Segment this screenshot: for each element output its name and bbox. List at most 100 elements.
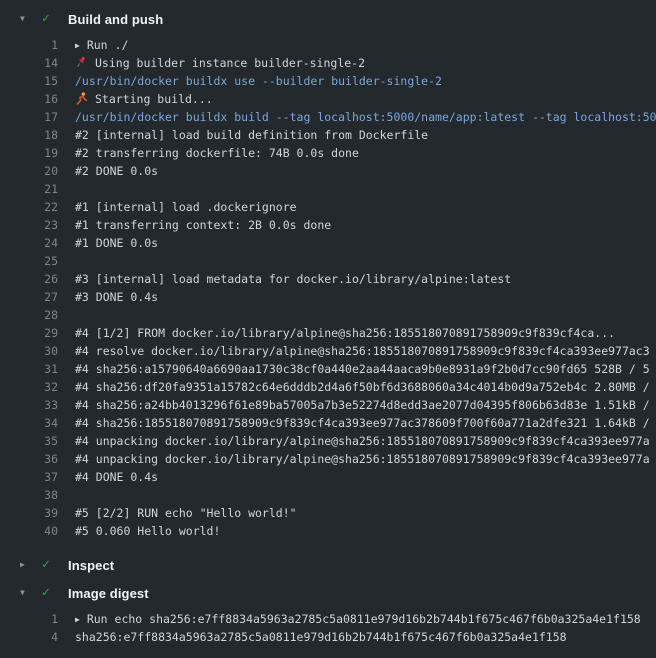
chevron-down-icon[interactable]: ▼ xyxy=(20,8,33,30)
log-line[interactable]: 21 xyxy=(0,180,656,198)
line-number: 32 xyxy=(0,378,58,396)
line-number: 16 xyxy=(0,90,58,108)
line-text: #4 resolve docker.io/library/alpine@sha2… xyxy=(75,344,650,358)
section-log-lines: 1▶Run echo sha256:e7ff8834a5963a2785c5a0… xyxy=(0,604,656,654)
log-section-inspect: ▶ ✓ Inspect xyxy=(0,554,656,576)
line-content: #4 sha256:df20fa9351a15782c64e6dddb2d4a6… xyxy=(75,378,650,396)
line-content: #4 unpacking docker.io/library/alpine@sh… xyxy=(75,432,650,450)
line-content: ▶ Run echo sha256:e7ff8834a5963a2785c5a08… xyxy=(75,610,641,628)
log-line[interactable]: 35 #4 unpacking docker.io/library/alpine@… xyxy=(0,432,656,450)
section-title: Inspect xyxy=(68,558,114,573)
line-number: 15 xyxy=(0,72,58,90)
log-line[interactable]: 1▶Run echo sha256:e7ff8834a5963a2785c5a0… xyxy=(0,610,656,628)
log-line[interactable]: 36 #4 unpacking docker.io/library/alpine@… xyxy=(0,450,656,468)
section-header-image-digest[interactable]: ▼✓Image digest xyxy=(0,582,656,604)
line-text: #4 sha256:df20fa9351a15782c64e6dddb2d4a6… xyxy=(75,380,650,394)
line-text: #5 [2/2] RUN echo "Hello world!" xyxy=(75,506,297,520)
log-line[interactable]: 37#4 DONE 0.4s xyxy=(0,468,656,486)
log-line[interactable]: 1▶Run ./ xyxy=(0,36,656,54)
line-content: #4 resolve docker.io/library/alpine@sha2… xyxy=(75,342,650,360)
line-text: /usr/bin/docker buildx build --tag local… xyxy=(75,110,656,124)
line-number: 18 xyxy=(0,126,58,144)
line-content: ▶ Run ./ xyxy=(75,36,128,54)
log-line[interactable]: 24#1 DONE 0.0s xyxy=(0,234,656,252)
line-content: #2 [internal] load build definition from… xyxy=(75,126,428,144)
line-text: #2 [internal] load build definition from… xyxy=(75,128,428,142)
log-line[interactable]: 4 sha256:e7ff8834a5963a2785c5a0811e979d16… xyxy=(0,628,656,646)
chevron-right-icon[interactable]: ▶ xyxy=(20,554,33,576)
log-section-image-digest: ▼✓Image digest 1▶Run echo sha256:e7ff8834… xyxy=(0,582,656,654)
line-number: 36 xyxy=(0,450,58,468)
log-line[interactable]: 25 xyxy=(0,252,656,270)
line-number: 22 xyxy=(0,198,58,216)
run-arrow-icon[interactable]: ▶ xyxy=(75,611,80,628)
line-number: 17 xyxy=(0,108,58,126)
log-line[interactable]: 14 Using builder instance builder-single-… xyxy=(0,54,656,72)
line-content: #1 transferring context: 2B 0.0s done xyxy=(75,216,331,234)
log-line[interactable]: 28 xyxy=(0,306,656,324)
line-text: #4 DONE 0.4s xyxy=(75,470,158,484)
line-number: 30 xyxy=(0,342,58,360)
line-text: Using builder instance builder-single-2 xyxy=(95,56,365,70)
run-arrow-icon[interactable]: ▶ xyxy=(75,37,80,54)
log-line[interactable]: 20#2 DONE 0.0s xyxy=(0,162,656,180)
log-line[interactable]: 31#4 sha256:a15790640a6690aa1730c38cf0a4… xyxy=(0,360,656,378)
line-text: #2 transferring dockerfile: 74B 0.0s don… xyxy=(75,146,359,160)
line-number: 14 xyxy=(0,54,58,72)
log-line[interactable]: 27#3 DONE 0.4s xyxy=(0,288,656,306)
log-line[interactable]: 30 #4 resolve docker.io/library/alpine@sh… xyxy=(0,342,656,360)
log-line[interactable]: 17/usr/bin/docker buildx build --tag loc… xyxy=(0,108,656,126)
line-content: sha256:e7ff8834a5963a2785c5a0811e979d16b… xyxy=(75,628,567,646)
check-icon: ✓ xyxy=(42,554,57,576)
line-number: 35 xyxy=(0,432,58,450)
line-text: Run ./ xyxy=(87,38,129,52)
line-text: #4 unpacking docker.io/library/alpine@sh… xyxy=(75,452,650,466)
log-section-build-and-push: ▼✓Build and push1▶Run ./14Using builder … xyxy=(0,8,656,548)
line-text: /usr/bin/docker buildx use --builder bui… xyxy=(75,74,442,88)
chevron-down-icon[interactable]: ▼ xyxy=(20,582,33,604)
line-number: 20 xyxy=(0,162,58,180)
log-line[interactable]: 38 xyxy=(0,486,656,504)
log-line[interactable]: 19 #2 transferring dockerfile: 74B 0.0s d… xyxy=(0,144,656,162)
log-line[interactable]: 34#4 sha256:185518070891758909c9f839cf4c… xyxy=(0,414,656,432)
line-content: #4 [1/2] FROM docker.io/library/alpine@s… xyxy=(75,324,615,342)
line-number: 27 xyxy=(0,288,58,306)
log-line[interactable]: 33 #4 sha256:a24bb4013296f61e89ba57005a7b… xyxy=(0,396,656,414)
line-text: #1 DONE 0.0s xyxy=(75,236,158,250)
log-line[interactable]: 29 #4 [1/2] FROM docker.io/library/alpine… xyxy=(0,324,656,342)
runner-icon xyxy=(75,92,88,105)
log-line[interactable]: 39 #5 [2/2] RUN echo "Hello world!" xyxy=(0,504,656,522)
line-number: 26 xyxy=(0,270,58,288)
section-log-lines: 1▶Run ./14Using builder instance builder… xyxy=(0,30,656,548)
line-number: 33 xyxy=(0,396,58,414)
section-header-build-and-push[interactable]: ▼✓Build and push xyxy=(0,8,656,30)
line-number: 34 xyxy=(0,414,58,432)
section-header-inspect[interactable]: ▶ ✓ Inspect xyxy=(0,554,656,576)
log-line[interactable]: 22#1 [internal] load .dockerignore xyxy=(0,198,656,216)
log-line[interactable]: 18 #2 [internal] load build definition fr… xyxy=(0,126,656,144)
line-text: Run echo sha256:e7ff8834a5963a2785c5a081… xyxy=(87,612,641,626)
line-text: #4 [1/2] FROM docker.io/library/alpine@s… xyxy=(75,326,615,340)
log-line[interactable]: 26 #3 [internal] load metadata for docker… xyxy=(0,270,656,288)
section-title: Image digest xyxy=(68,586,149,601)
log-line[interactable]: 40#5 0.060 Hello world! xyxy=(0,522,656,540)
line-number: 29 xyxy=(0,324,58,342)
line-number: 4 xyxy=(0,628,58,646)
log-line[interactable]: 23#1 transferring context: 2B 0.0s done xyxy=(0,216,656,234)
log-line[interactable]: 16Starting build... xyxy=(0,90,656,108)
line-content: Using builder instance builder-single-2 xyxy=(75,54,365,72)
line-text: #3 [internal] load metadata for docker.i… xyxy=(75,272,511,286)
line-content: /usr/bin/docker buildx use --builder bui… xyxy=(75,72,442,90)
pushpin-icon xyxy=(75,56,88,69)
line-text: #4 sha256:a24bb4013296f61e89ba57005a7b3e… xyxy=(75,398,650,412)
line-content: #4 sha256:a24bb4013296f61e89ba57005a7b3e… xyxy=(75,396,650,414)
line-text: #1 transferring context: 2B 0.0s done xyxy=(75,218,331,232)
log-line[interactable]: 32 #4 sha256:df20fa9351a15782c64e6dddb2d4… xyxy=(0,378,656,396)
line-number: 21 xyxy=(0,180,58,198)
line-number: 39 xyxy=(0,504,58,522)
line-content: #4 DONE 0.4s xyxy=(75,468,158,486)
line-content: #4 sha256:a15790640a6690aa1730c38cf0a440… xyxy=(75,360,650,378)
log-line[interactable]: 15/usr/bin/docker buildx use --builder b… xyxy=(0,72,656,90)
line-number: 19 xyxy=(0,144,58,162)
line-content: #5 [2/2] RUN echo "Hello world!" xyxy=(75,504,297,522)
